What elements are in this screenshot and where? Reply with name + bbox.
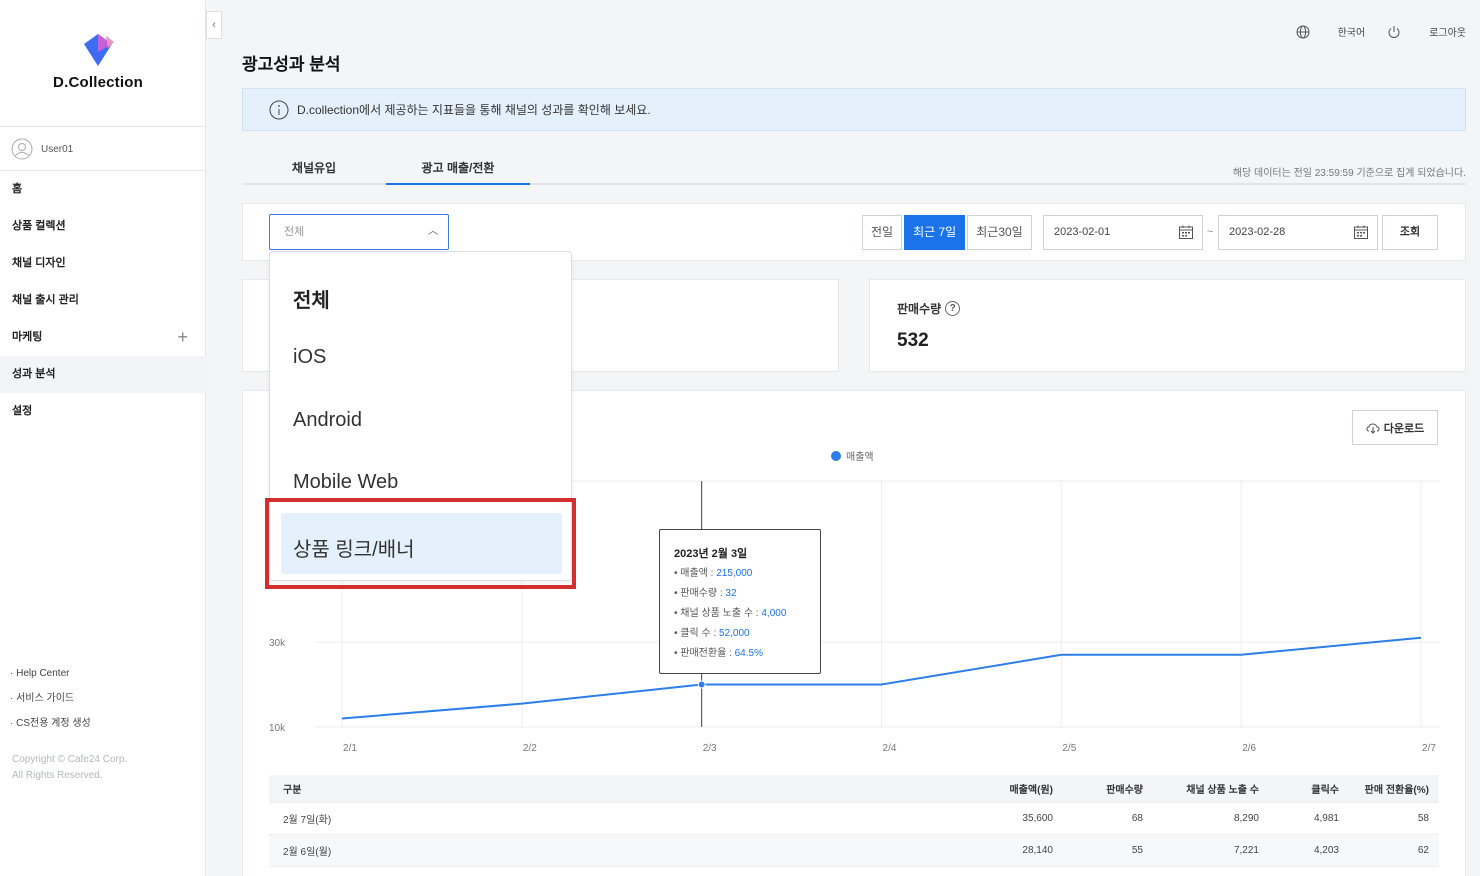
data-table: 구분 매출액(원) 판매수량 채널 상품 노출 수 클릭수 판매 전환율(%) … — [269, 775, 1439, 867]
x-tick-label: 2/7 — [1422, 743, 1436, 754]
table-row[interactable]: 2월 6일(월) 28,140 55 7,221 4,203 62 — [269, 835, 1439, 867]
annotation-highlight-box — [265, 498, 576, 589]
table-cell: 28,140 — [1022, 845, 1053, 856]
x-tick-label: 2/3 — [703, 743, 717, 754]
tooltip-row-conversion: • 판매전환율 : 64.5% — [674, 648, 763, 659]
table-cell: 35,600 — [1022, 813, 1053, 824]
tooltip-title: 2023년 2월 3일 — [674, 548, 748, 560]
table-cell: 2월 7일(화) — [283, 815, 332, 826]
table-cell: 2월 6일(월) — [283, 847, 332, 858]
column-header[interactable]: 채널 상품 노출 수 — [1143, 781, 1259, 796]
x-tick-label: 2/5 — [1062, 743, 1076, 754]
table-cell: 62 — [1417, 845, 1429, 856]
column-header[interactable]: 구분 — [269, 781, 929, 796]
dropdown-option-mobile-web[interactable]: Mobile Web — [293, 471, 398, 494]
data-point — [697, 680, 706, 689]
table-cell: 7,221 — [1233, 845, 1259, 856]
column-header[interactable]: 매출액(원) — [929, 781, 1053, 796]
x-tick-label: 2/6 — [1242, 743, 1256, 754]
tooltip-row-impressions: • 채널 상품 노출 수 : 4,000 — [674, 608, 787, 619]
y-tick-label: 30k — [269, 638, 286, 649]
tooltip-row-sales-qty: • 판매수량 : 32 — [674, 588, 737, 599]
x-tick-label: 2/1 — [343, 743, 357, 754]
chart-tooltip: 2023년 2월 3일 • 매출액 : 215,000 • 판매수량 : 32 … — [659, 529, 821, 674]
tooltip-row-revenue: • 매출액 : 215,000 — [674, 568, 753, 579]
table-cell: 55 — [1131, 845, 1143, 856]
column-header[interactable]: 판매 전환율(%) — [1339, 781, 1429, 796]
table-cell: 8,290 — [1233, 813, 1259, 824]
table-cell: 4,203 — [1313, 845, 1339, 856]
table-cell: 4,981 — [1313, 813, 1339, 824]
x-tick-label: 2/2 — [523, 743, 537, 754]
table-header: 구분 매출액(원) 판매수량 채널 상품 노출 수 클릭수 판매 전환율(%) — [269, 775, 1439, 803]
table-cell: 68 — [1131, 813, 1143, 824]
column-header[interactable]: 판매수량 — [1053, 781, 1143, 796]
column-header[interactable]: 클릭수 — [1259, 781, 1339, 796]
table-row[interactable]: 2월 7일(화) 35,600 68 8,290 4,981 58 — [269, 803, 1439, 835]
dropdown-option-ios[interactable]: iOS — [293, 346, 326, 369]
line-chart[interactable]: 30k 10k 2/1 2/2 2/3 2/4 2/5 2/6 2/7 — [0, 0, 1480, 876]
dropdown-option-android[interactable]: Android — [293, 409, 362, 432]
tooltip-row-clicks: • 클릭 수 : 52,000 — [674, 628, 750, 639]
table-cell: 58 — [1417, 813, 1429, 824]
y-tick-label: 10k — [269, 723, 286, 734]
x-tick-label: 2/4 — [883, 743, 897, 754]
dropdown-option-all[interactable]: 전체 — [293, 284, 330, 313]
